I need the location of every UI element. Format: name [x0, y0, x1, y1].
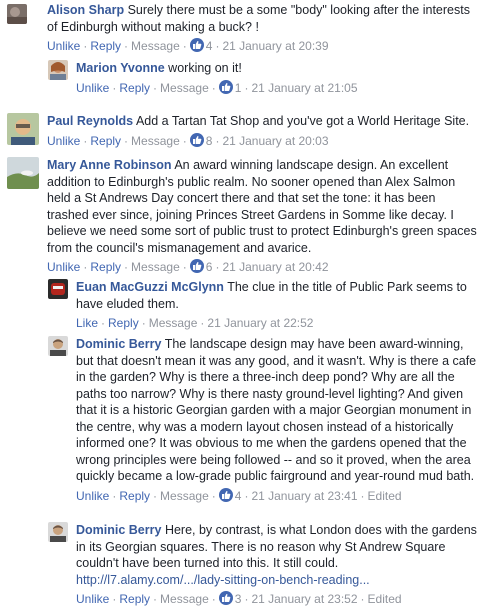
- comment-author[interactable]: Paul Reynolds: [47, 114, 133, 128]
- comment-author[interactable]: Mary Anne Robinson: [47, 158, 172, 172]
- comment-author[interactable]: Alison Sharp: [47, 3, 124, 17]
- reply-link[interactable]: Reply: [119, 489, 150, 503]
- reply-comment: Dominic Berry The landscape design may h…: [48, 336, 479, 518]
- comment-body: Dominic Berry Here, by contrast, is what…: [76, 522, 479, 607]
- comment-actions: Unlike · Reply · Message · 8 · 21 January at 20:…: [47, 132, 329, 148]
- edited-label[interactable]: Edited: [368, 489, 402, 503]
- reply-link[interactable]: Reply: [90, 134, 121, 148]
- message-link[interactable]: Message: [149, 316, 198, 330]
- comment-author[interactable]: Dominic Berry: [76, 337, 161, 351]
- avatar[interactable]: [7, 157, 39, 189]
- comment-author[interactable]: Euan MacGuzzi McGlynn: [76, 280, 224, 294]
- timestamp[interactable]: 21 January at 20:42: [222, 260, 328, 274]
- thumbs-up-icon[interactable]: [218, 79, 233, 94]
- comment-author[interactable]: Marion Yvonne: [76, 61, 165, 75]
- reply-comment: Marion Yvonne working on it! Unlike · Repl…: [48, 60, 479, 100]
- message-link[interactable]: Message: [160, 81, 209, 95]
- comment-actions: Unlike · Reply · Message · 3 · 21 January at 23:…: [76, 591, 402, 606]
- reply-comment: Euan MacGuzzi McGlynn The clue in the ti…: [48, 279, 479, 331]
- avatar[interactable]: [48, 336, 68, 356]
- avatar[interactable]: [7, 4, 27, 24]
- comment: Mary Anne Robinson An award winning land…: [7, 157, 479, 275]
- comment-author[interactable]: Dominic Berry: [76, 523, 161, 537]
- reply-link[interactable]: Reply: [90, 39, 121, 53]
- reply-link[interactable]: Reply: [119, 81, 150, 95]
- reply-comment: Dominic Berry Here, by contrast, is what…: [48, 522, 479, 610]
- like-link[interactable]: Like: [76, 316, 98, 330]
- timestamp[interactable]: 21 January at 21:05: [251, 81, 357, 95]
- unlike-link[interactable]: Unlike: [76, 81, 109, 95]
- unlike-link[interactable]: Unlike: [47, 39, 80, 53]
- comment-body: Paul Reynolds Add a Tartan Tat Shop and …: [47, 113, 479, 149]
- comment-text: working on it!: [168, 61, 242, 75]
- avatar[interactable]: [48, 279, 68, 299]
- comment-text: The landscape design may have been award…: [76, 337, 477, 483]
- comment-link[interactable]: http://l7.alamy.com/.../lady-sitting-on-…: [76, 573, 370, 587]
- thumbs-up-icon[interactable]: [218, 591, 233, 605]
- thumbs-up-icon[interactable]: [189, 38, 204, 52]
- thumbs-up-icon[interactable]: [218, 487, 233, 502]
- comment-actions: Like · Reply · Message · 21 January at 22:52: [76, 316, 314, 330]
- comment: Alison Sharp Surely there must be a some…: [7, 2, 479, 62]
- avatar[interactable]: [48, 60, 68, 80]
- thumbs-up-icon[interactable]: [189, 259, 204, 273]
- comment-actions: Unlike · Reply · Message · 4 · 21 January at 23:…: [76, 487, 402, 503]
- comment-actions: Unlike · Reply · Message · 6 · 21 January at 20:…: [47, 259, 329, 274]
- comment: Paul Reynolds Add a Tartan Tat Shop and …: [7, 113, 479, 153]
- message-link[interactable]: Message: [131, 134, 180, 148]
- unlike-link[interactable]: Unlike: [76, 489, 109, 503]
- unlike-link[interactable]: Unlike: [47, 260, 80, 274]
- message-link[interactable]: Message: [160, 489, 209, 503]
- thumbs-up-icon[interactable]: [189, 132, 204, 147]
- comment-body: Marion Yvonne working on it! Unlike · Repl…: [76, 60, 479, 96]
- comment-text: Add a Tartan Tat Shop and you've got a W…: [135, 114, 470, 128]
- timestamp[interactable]: 21 January at 22:52: [207, 316, 313, 330]
- comment-body: Euan MacGuzzi McGlynn The clue in the ti…: [76, 279, 479, 331]
- unlike-link[interactable]: Unlike: [76, 592, 109, 606]
- comment-actions: Unlike · Reply · Message · 1 · 21 January at 21:…: [76, 79, 358, 95]
- timestamp[interactable]: 21 January at 23:52: [251, 592, 357, 606]
- comment-text: An award winning landscape design. An ex…: [47, 158, 477, 255]
- reply-link[interactable]: Reply: [90, 260, 121, 274]
- comment-body: Dominic Berry The landscape design may h…: [76, 336, 479, 504]
- timestamp[interactable]: 21 January at 20:03: [222, 134, 328, 148]
- reply-link[interactable]: Reply: [108, 316, 139, 330]
- message-link[interactable]: Message: [131, 260, 180, 274]
- comment-thread: Alison Sharp Surely there must be a some…: [0, 0, 484, 612]
- reply-link[interactable]: Reply: [119, 592, 150, 606]
- comment-actions: Unlike · Reply · Message · 4 · 21 January at 20:…: [47, 38, 329, 53]
- message-link[interactable]: Message: [131, 39, 180, 53]
- avatar[interactable]: [48, 522, 68, 542]
- avatar[interactable]: [7, 113, 39, 145]
- timestamp[interactable]: 21 January at 20:39: [222, 39, 328, 53]
- edited-label[interactable]: Edited: [368, 592, 402, 606]
- unlike-link[interactable]: Unlike: [47, 134, 80, 148]
- comment-body: Mary Anne Robinson An award winning land…: [47, 157, 479, 275]
- timestamp[interactable]: 21 January at 23:41: [251, 489, 357, 503]
- comment-body: Alison Sharp Surely there must be a some…: [47, 2, 479, 54]
- message-link[interactable]: Message: [160, 592, 209, 606]
